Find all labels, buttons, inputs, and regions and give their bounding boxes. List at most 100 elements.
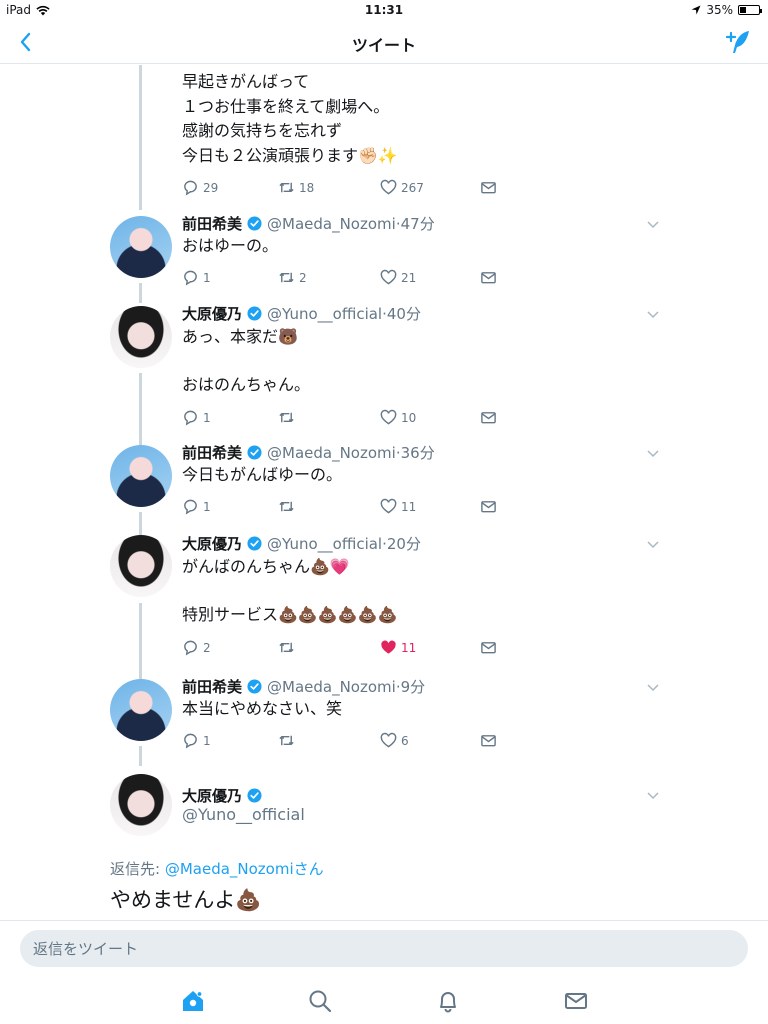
page-title: ツイート	[351, 36, 416, 55]
reply-icon	[184, 640, 197, 656]
author-handle[interactable]: @Yuno__official	[182, 805, 305, 824]
avatar[interactable]	[110, 774, 172, 836]
author-name[interactable]: 前田希美	[182, 676, 242, 697]
battery-percent: 35%	[706, 3, 733, 17]
reply-count: 1	[203, 733, 211, 748]
dm-share-button[interactable]	[480, 639, 497, 656]
reply-icon	[184, 410, 197, 426]
author-handle[interactable]: @Maeda_Nozomi	[267, 215, 396, 233]
search-icon[interactable]	[307, 988, 333, 1014]
tab-bar	[0, 980, 768, 1024]
reply-icon	[184, 499, 197, 515]
tweet-text: おはゆーの。	[182, 236, 279, 255]
reply-to-prefix: 返信先:	[110, 860, 165, 878]
chevron-down-icon[interactable]	[646, 537, 660, 551]
retweet-button[interactable]: 18	[278, 179, 314, 196]
verified-badge-icon	[247, 679, 262, 694]
tweet[interactable]: 大原優乃 @Yuno__official · 40分 あっ、本家だ🐻 おはのんち…	[0, 303, 768, 433]
reply-icon	[184, 270, 197, 286]
envelope-icon	[481, 501, 496, 513]
like-button[interactable]: 11	[380, 639, 416, 656]
tweet-text: あっ、本家だ🐻 おはのんちゃん。	[182, 327, 311, 394]
tweet[interactable]: 早起きがんばって １つお仕事を終えて劇場へ。 感謝の気持ちを忘れず 今日も２公演…	[0, 65, 768, 205]
reply-icon	[184, 733, 197, 749]
chevron-down-icon[interactable]	[646, 446, 660, 460]
dm-share-button[interactable]	[480, 732, 497, 749]
author-handle[interactable]: @Maeda_Nozomi	[267, 678, 396, 696]
author-name[interactable]: 大原優乃	[182, 533, 242, 554]
dm-share-button[interactable]	[480, 498, 497, 515]
retweet-button[interactable]	[278, 498, 299, 515]
verified-badge-icon	[247, 536, 262, 551]
chevron-down-icon[interactable]	[646, 307, 660, 321]
tweet[interactable]: 前田希美 @Maeda_Nozomi · 9分 本当にやめなさい、笑 1 6	[0, 676, 768, 758]
reply-button[interactable]: 1	[182, 409, 211, 426]
tweet-header: 前田希美 @Maeda_Nozomi · 9分	[182, 676, 425, 697]
like-button[interactable]: 10	[380, 409, 416, 426]
tweet-time: 9分	[400, 678, 426, 696]
avatar[interactable]	[110, 535, 172, 597]
tweet-text: がんばのんちゃん💩💗 特別サービス💩💩💩💩💩💩	[182, 557, 398, 624]
author-handle[interactable]: @Yuno__official	[267, 535, 382, 553]
tweet[interactable]: 前田希美 @Maeda_Nozomi · 36分 今日もがんばゆーの。 1 11	[0, 442, 768, 524]
messages-icon[interactable]	[563, 988, 589, 1014]
like-count: 6	[401, 733, 409, 748]
author-name[interactable]: 前田希美	[182, 442, 242, 463]
chevron-down-icon[interactable]	[646, 217, 660, 231]
avatar[interactable]	[110, 216, 172, 278]
heart-icon	[380, 409, 397, 425]
tweet-actions: 1 11	[182, 498, 502, 516]
retweet-button[interactable]	[278, 732, 299, 749]
author-handle[interactable]: @Maeda_Nozomi	[267, 444, 396, 462]
retweet-button[interactable]: 2	[278, 269, 307, 286]
retweet-icon	[279, 272, 294, 283]
retweet-button[interactable]	[278, 409, 299, 426]
reply-button[interactable]: 1	[182, 732, 211, 749]
retweet-count: 2	[299, 270, 307, 285]
notifications-icon[interactable]	[435, 988, 461, 1014]
reply-button[interactable]: 1	[182, 269, 211, 286]
envelope-icon	[481, 412, 496, 424]
tweet-actions: 1 10	[182, 409, 502, 427]
avatar[interactable]	[110, 445, 172, 507]
battery-fill	[740, 7, 747, 13]
reply-to-mention[interactable]: @Maeda_Nozomiさん	[165, 860, 324, 878]
like-button[interactable]: 6	[380, 732, 409, 749]
tweet-text: 本当にやめなさい、笑	[182, 699, 343, 718]
tweet[interactable]: 前田希美 @Maeda_Nozomi · 47分 おはゆーの。 1 2 21	[0, 213, 768, 295]
like-button[interactable]: 11	[380, 498, 416, 515]
chevron-down-icon[interactable]	[646, 680, 660, 694]
focused-tweet-text: やめませんよ💩	[110, 888, 262, 912]
tweet-actions: 1 2 21	[182, 269, 502, 287]
chevron-down-icon[interactable]	[646, 788, 660, 802]
reply-button[interactable]: 1	[182, 498, 211, 515]
home-icon[interactable]	[180, 988, 206, 1014]
verified-badge-icon	[247, 788, 262, 803]
nav-bar: ツイート	[0, 20, 768, 64]
reply-icon	[184, 180, 197, 196]
reply-input[interactable]	[20, 930, 748, 967]
like-count: 11	[401, 640, 417, 655]
retweet-count: 18	[299, 180, 315, 195]
reply-count: 29	[203, 180, 219, 195]
compose-tweet-icon[interactable]	[724, 28, 752, 56]
reply-button[interactable]: 2	[182, 639, 211, 656]
like-count: 11	[401, 499, 417, 514]
avatar[interactable]	[110, 306, 172, 368]
reply-button[interactable]: 29	[182, 179, 218, 196]
author-handle[interactable]: @Yuno__official	[267, 305, 382, 323]
author-name[interactable]: 前田希美	[182, 213, 242, 234]
like-button[interactable]: 21	[380, 269, 416, 286]
author-name[interactable]: 大原優乃	[182, 785, 242, 806]
tweet[interactable]: 大原優乃 @Yuno__official · 20分 がんばのんちゃん💩💗 特別…	[0, 533, 768, 663]
tweet-header: 前田希美 @Maeda_Nozomi · 36分	[182, 442, 435, 463]
heart-filled-icon	[381, 640, 396, 654]
avatar[interactable]	[110, 679, 172, 741]
like-button[interactable]: 267	[380, 179, 424, 196]
dm-share-button[interactable]	[480, 409, 497, 426]
dm-share-button[interactable]	[480, 269, 497, 286]
tweet-text: 早起きがんばって １つお仕事を終えて劇場へ。 感謝の気持ちを忘れず 今日も２公演…	[182, 72, 398, 165]
author-name[interactable]: 大原優乃	[182, 303, 242, 324]
retweet-button[interactable]	[278, 639, 299, 656]
dm-share-button[interactable]	[480, 179, 497, 196]
